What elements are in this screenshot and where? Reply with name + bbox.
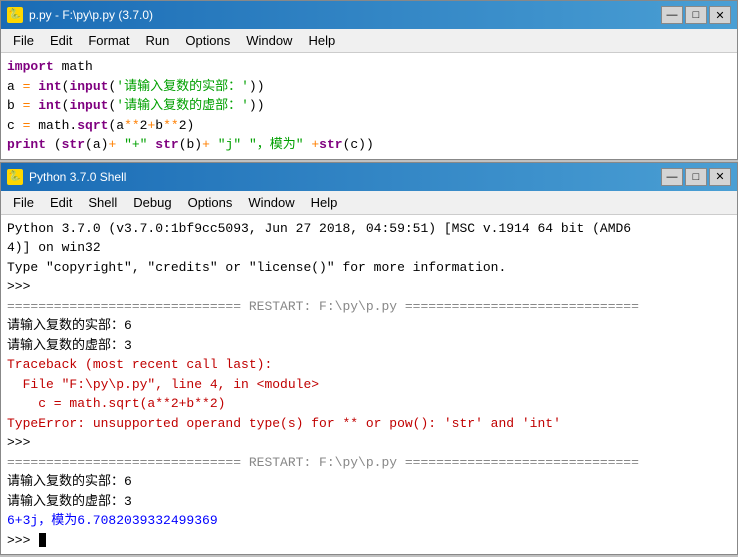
editor-window: 🐍 p.py - F:\py\p.py (3.7.0) — □ ✕ File E… xyxy=(0,0,738,160)
shell-window-controls: — □ ✕ xyxy=(661,168,731,186)
shell-input-imag-2: 请输入复数的虚部：3 xyxy=(7,492,731,512)
shell-icon: 🐍 xyxy=(7,169,23,185)
shell-line-3: Type "copyright", "credits" or "license(… xyxy=(7,258,731,278)
editor-code-area[interactable]: import math a = int(input('请输入复数的实部：')) … xyxy=(1,53,737,159)
code-line-2: a = int(input('请输入复数的实部：')) xyxy=(7,77,731,97)
editor-minimize-button[interactable]: — xyxy=(661,6,683,24)
shell-line-2: 4)] on win32 xyxy=(7,238,731,258)
shell-input-imag-1: 请输入复数的虚部：3 xyxy=(7,336,731,356)
shell-divider-1: ============================== RESTART: … xyxy=(7,297,731,317)
editor-menu-file[interactable]: File xyxy=(5,31,42,50)
shell-prompt-2: >>> xyxy=(7,433,731,453)
shell-prompt-3: >>> xyxy=(7,531,731,551)
shell-menu-bar: File Edit Shell Debug Options Window Hel… xyxy=(1,191,737,215)
shell-menu-shell[interactable]: Shell xyxy=(80,193,125,212)
shell-title-bar: 🐍 Python 3.7.0 Shell — □ ✕ xyxy=(1,163,737,191)
cursor xyxy=(39,533,46,547)
shell-maximize-button[interactable]: □ xyxy=(685,168,707,186)
editor-icon: 🐍 xyxy=(7,7,23,23)
editor-close-button[interactable]: ✕ xyxy=(709,6,731,24)
code-line-4: c = math.sqrt(a**2+b**2) xyxy=(7,116,731,136)
shell-title-left: 🐍 Python 3.7.0 Shell xyxy=(7,169,126,185)
editor-menu-bar: File Edit Format Run Options Window Help xyxy=(1,29,737,53)
shell-window: 🐍 Python 3.7.0 Shell — □ ✕ File Edit She… xyxy=(0,162,738,556)
editor-menu-run[interactable]: Run xyxy=(138,31,178,50)
editor-title-bar: 🐍 p.py - F:\py\p.py (3.7.0) — □ ✕ xyxy=(1,1,737,29)
code-line-5: print (str(a)+ "+" str(b)+ "j" "，模为" +st… xyxy=(7,135,731,155)
shell-line-1: Python 3.7.0 (v3.7.0:1bf9cc5093, Jun 27 … xyxy=(7,219,731,239)
shell-traceback-code: c = math.sqrt(a**2+b**2) xyxy=(7,394,731,414)
editor-title-text: p.py - F:\py\p.py (3.7.0) xyxy=(29,8,153,22)
editor-menu-options[interactable]: Options xyxy=(177,31,238,50)
shell-menu-options[interactable]: Options xyxy=(180,193,241,212)
editor-menu-help[interactable]: Help xyxy=(300,31,343,50)
shell-input-real-1: 请输入复数的实部：6 xyxy=(7,316,731,336)
code-line-3: b = int(input('请输入复数的虚部：')) xyxy=(7,96,731,116)
shell-traceback-header: Traceback (most recent call last): xyxy=(7,355,731,375)
shell-output-area[interactable]: Python 3.7.0 (v3.7.0:1bf9cc5093, Jun 27 … xyxy=(1,215,737,555)
editor-menu-edit[interactable]: Edit xyxy=(42,31,80,50)
shell-typeerror-msg: TypeError: unsupported operand type(s) f… xyxy=(7,414,731,434)
code-line-1: import math xyxy=(7,57,731,77)
shell-input-real-2: 请输入复数的实部：6 xyxy=(7,472,731,492)
editor-title-left: 🐍 p.py - F:\py\p.py (3.7.0) xyxy=(7,7,153,23)
editor-menu-window[interactable]: Window xyxy=(238,31,300,50)
shell-close-button[interactable]: ✕ xyxy=(709,168,731,186)
shell-divider-2: ============================== RESTART: … xyxy=(7,453,731,473)
shell-minimize-button[interactable]: — xyxy=(661,168,683,186)
shell-menu-help[interactable]: Help xyxy=(303,193,346,212)
shell-title-text: Python 3.7.0 Shell xyxy=(29,170,126,184)
shell-result-line: 6+3j，模为6.7082039332499369 xyxy=(7,511,731,531)
shell-prompt-1: >>> xyxy=(7,277,731,297)
editor-maximize-button[interactable]: □ xyxy=(685,6,707,24)
shell-traceback-file: File "F:\py\p.py", line 4, in <module> xyxy=(7,375,731,395)
shell-menu-edit[interactable]: Edit xyxy=(42,193,80,212)
editor-menu-format[interactable]: Format xyxy=(80,31,137,50)
shell-menu-debug[interactable]: Debug xyxy=(125,193,179,212)
shell-menu-file[interactable]: File xyxy=(5,193,42,212)
shell-menu-window[interactable]: Window xyxy=(240,193,302,212)
editor-window-controls: — □ ✕ xyxy=(661,6,731,24)
